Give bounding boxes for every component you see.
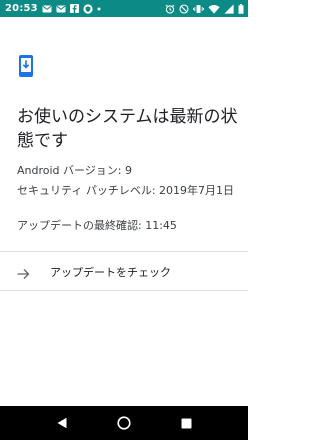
system-update-screen: お使いのシステムは最新の状態です Android バージョン: 9 セキュリティ… xyxy=(0,17,248,406)
system-update-phone-icon xyxy=(17,54,35,78)
page-title: お使いのシステムは最新の状態です xyxy=(17,107,238,151)
mail-icon xyxy=(56,5,66,13)
shield-icon xyxy=(83,3,93,14)
facebook-icon xyxy=(69,4,79,13)
vibrate-icon xyxy=(193,4,204,14)
check-for-update-label: アップデートをチェック xyxy=(50,266,171,279)
status-time: 20:53 xyxy=(5,3,38,14)
last-check-text: アップデートの最終確認: 11:45 xyxy=(17,219,177,232)
android-version-text: Android バージョン: 9 xyxy=(17,164,133,177)
navigation-bar xyxy=(0,406,248,440)
dot-icon xyxy=(97,7,101,11)
signal-icon xyxy=(224,3,234,14)
arrow-right-icon xyxy=(17,265,30,279)
status-bar: 20:53 xyxy=(0,0,248,17)
security-patch-text: セキュリティ パッチレベル: 2019年7月1日 xyxy=(17,184,235,197)
do-not-disturb-icon xyxy=(179,3,189,14)
mail-icon xyxy=(42,5,52,13)
divider xyxy=(0,290,248,291)
check-for-update-button[interactable]: アップデートをチェック xyxy=(0,252,248,290)
status-right xyxy=(165,3,244,14)
battery-icon xyxy=(238,3,244,14)
back-icon[interactable] xyxy=(54,415,70,431)
wifi-icon xyxy=(208,4,220,14)
status-left: 20:53 xyxy=(5,3,101,14)
home-icon[interactable] xyxy=(116,415,132,431)
recents-icon[interactable] xyxy=(178,415,194,431)
alarm-icon xyxy=(165,4,175,14)
